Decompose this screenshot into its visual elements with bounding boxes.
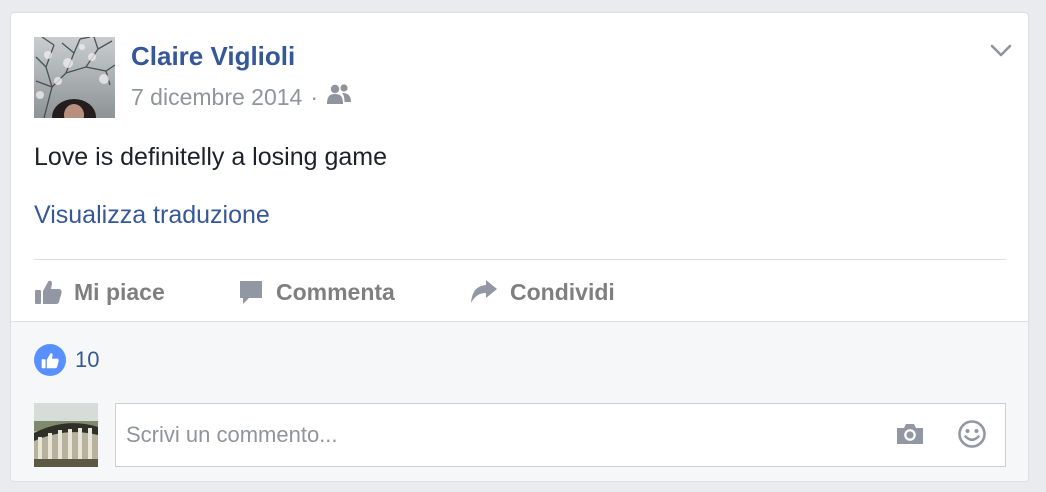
chevron-down-icon[interactable] xyxy=(988,39,1014,61)
friends-icon[interactable] xyxy=(326,83,352,111)
post-meta: 7 dicembre 2014 · xyxy=(131,83,352,111)
see-translation-link[interactable]: Visualizza traduzione xyxy=(34,201,270,230)
post-card: Claire Viglioli 7 dicembre 2014 · Love i… xyxy=(10,12,1029,482)
comment-composer xyxy=(115,403,1006,467)
smiley-icon[interactable] xyxy=(956,418,988,455)
post-actions: Mi piace Commenta Condividi xyxy=(34,271,615,313)
author-avatar-image xyxy=(34,37,115,118)
actions-divider xyxy=(34,259,1006,260)
author-name-link[interactable]: Claire Viglioli xyxy=(131,41,295,72)
author-avatar[interactable] xyxy=(34,37,115,118)
share-button[interactable]: Condividi xyxy=(470,279,615,306)
comment-button[interactable]: Commenta xyxy=(238,279,470,306)
commenter-avatar-image xyxy=(34,403,98,467)
like-label: Mi piace xyxy=(74,278,165,305)
post-date-link[interactable]: 7 dicembre 2014 xyxy=(131,84,302,111)
comment-bubble-icon xyxy=(240,281,262,304)
comment-input[interactable] xyxy=(116,404,886,466)
reactions-summary[interactable]: 10 xyxy=(34,344,99,376)
post-text: Love is definitelly a losing game xyxy=(34,143,387,171)
like-button[interactable]: Mi piace xyxy=(34,279,238,306)
commenter-avatar[interactable] xyxy=(34,403,98,467)
thumbs-up-icon xyxy=(35,280,62,304)
like-count: 10 xyxy=(75,347,100,372)
share-arrow-icon xyxy=(471,280,497,303)
comment-label: Commenta xyxy=(276,278,395,305)
like-reaction-icon xyxy=(34,344,66,376)
post-footer: 10 xyxy=(11,321,1028,481)
meta-separator: · xyxy=(310,83,319,110)
share-label: Condividi xyxy=(510,278,615,305)
camera-icon[interactable] xyxy=(894,418,926,455)
